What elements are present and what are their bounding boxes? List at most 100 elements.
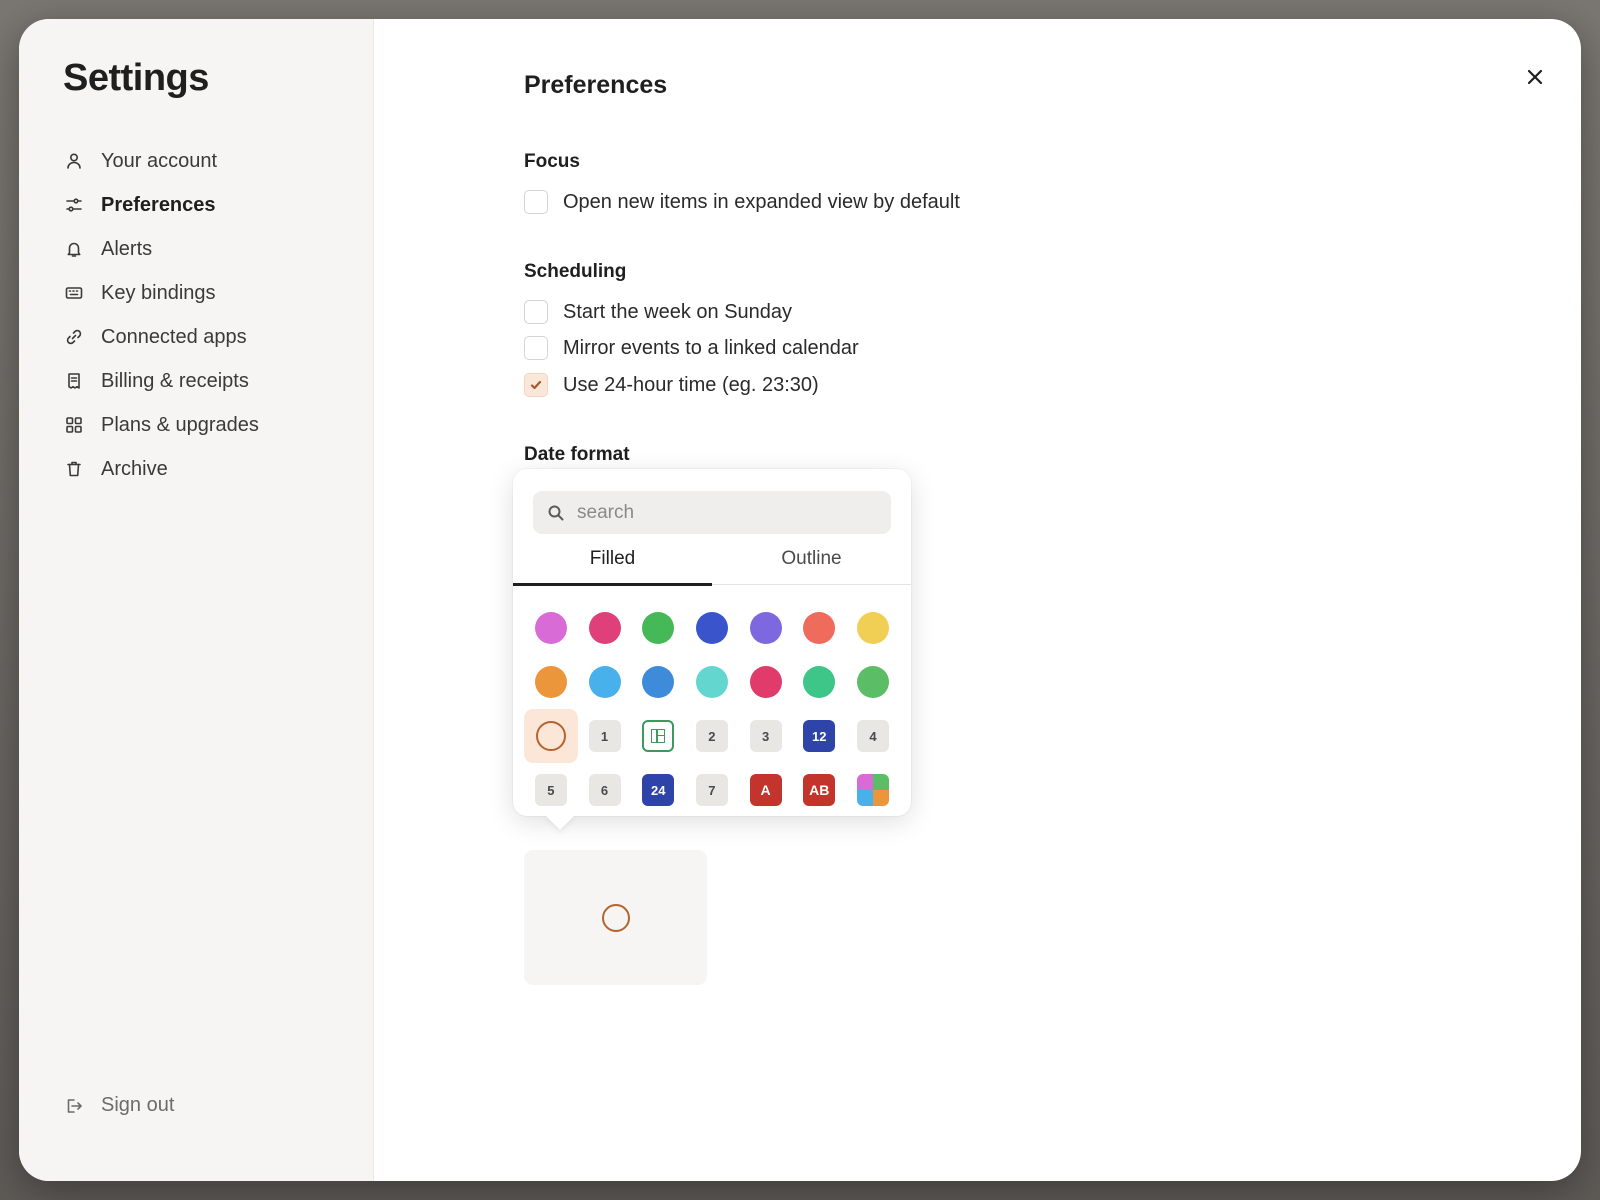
option-label: Start the week on Sunday — [563, 300, 793, 323]
option-label: Use 24-hour time (eg. 23:30) — [563, 373, 819, 396]
sidebar-item-key-bindings[interactable]: Key bindings — [63, 271, 353, 315]
color-dot — [695, 612, 728, 644]
color-option-emerald[interactable] — [792, 655, 846, 709]
picker-grid: 1 2 3 12 4 5 6 24 7 A AB — [524, 601, 900, 817]
color-dot — [534, 612, 567, 644]
sidebar-item-your-account[interactable]: Your account — [63, 139, 353, 183]
number-badge: 4 — [856, 720, 889, 752]
sign-out-label: Sign out — [101, 1094, 175, 1116]
color-dot — [588, 612, 621, 644]
sidebar-item-plans[interactable]: Plans & upgrades — [63, 403, 353, 447]
color-dot — [856, 612, 889, 644]
24-hour-time-checkbox[interactable] — [524, 373, 548, 397]
icon-picker-popover: Filled Outline — [513, 469, 911, 830]
sidebar-item-label: Your account — [101, 149, 218, 172]
checkmark-icon — [530, 380, 542, 390]
option-label: Mirror events to a linked calendar — [563, 336, 859, 359]
number-badge: 3 — [749, 720, 782, 752]
icon-option-7[interactable]: 7 — [685, 763, 739, 817]
sidebar-item-label: Key bindings — [101, 281, 216, 304]
sidebar-item-connected-apps[interactable]: Connected apps — [63, 315, 353, 359]
icon-option-2[interactable]: 2 — [685, 709, 739, 763]
mirror-events-checkbox[interactable] — [524, 336, 548, 360]
color-dot — [642, 612, 675, 644]
picker-search-input[interactable] — [577, 501, 877, 524]
sign-out-button[interactable]: Sign out — [63, 1094, 174, 1117]
number-badge: 2 — [695, 720, 728, 752]
sliders-icon — [63, 194, 85, 216]
color-option-blue[interactable] — [685, 601, 739, 655]
week-start-option[interactable]: Start the week on Sunday — [524, 300, 792, 324]
color-option-purple[interactable] — [739, 601, 793, 655]
date-format-preview[interactable] — [524, 850, 707, 985]
icon-option-a[interactable]: A — [739, 763, 793, 817]
sidebar-item-alerts[interactable]: Alerts — [63, 227, 353, 271]
icon-option-layout[interactable] — [631, 709, 685, 763]
color-option-leaf-green[interactable] — [846, 655, 900, 709]
week-start-checkbox[interactable] — [524, 300, 548, 324]
sign-out-icon — [63, 1095, 85, 1117]
color-dot — [856, 666, 889, 698]
color-option-pink[interactable] — [524, 601, 578, 655]
color-dot — [803, 612, 836, 644]
color-option-yellow[interactable] — [846, 601, 900, 655]
sidebar-nav: Your account Preferences Alerts Key bind… — [63, 139, 353, 491]
sidebar-item-label: Alerts — [101, 237, 153, 260]
color-dot — [642, 666, 675, 698]
number-badge: 24 — [642, 774, 675, 806]
color-option-orange[interactable] — [524, 655, 578, 709]
sidebar: Settings Your account Preferences Alerts — [19, 19, 374, 1181]
icon-option-6[interactable]: 6 — [578, 763, 632, 817]
sidebar-item-billing[interactable]: Billing & receipts — [63, 359, 353, 403]
color-option-teal[interactable] — [685, 655, 739, 709]
picker-tabs: Filled Outline — [513, 539, 911, 586]
popover-arrow — [545, 815, 575, 830]
expanded-view-option[interactable]: Open new items in expanded view by defau… — [524, 190, 960, 214]
number-badge: 1 — [588, 720, 621, 752]
icon-option-24[interactable]: 24 — [631, 763, 685, 817]
24-hour-time-option[interactable]: Use 24-hour time (eg. 23:30) — [524, 373, 819, 397]
icon-option-multicolor[interactable] — [846, 763, 900, 817]
close-icon — [1527, 69, 1543, 85]
focus-section-title: Focus — [524, 151, 580, 172]
color-option-sky-blue[interactable] — [578, 655, 632, 709]
tab-filled[interactable]: Filled — [513, 539, 712, 586]
icon-option-1[interactable]: 1 — [578, 709, 632, 763]
sidebar-item-preferences[interactable]: Preferences — [63, 183, 353, 227]
link-icon — [63, 326, 85, 348]
color-dot — [588, 666, 621, 698]
grid-icon — [63, 414, 85, 436]
date-format-section-title: Date format — [524, 444, 630, 465]
tab-outline[interactable]: Outline — [712, 539, 911, 584]
sidebar-item-label: Preferences — [101, 193, 216, 216]
icon-option-4[interactable]: 4 — [846, 709, 900, 763]
multicolor-icon — [856, 774, 889, 806]
letter-badge: AB — [803, 774, 836, 806]
icon-option-3[interactable]: 3 — [739, 709, 793, 763]
color-option-coral[interactable] — [792, 601, 846, 655]
close-button[interactable] — [1517, 59, 1553, 95]
color-option-rose[interactable] — [739, 655, 793, 709]
color-dot — [534, 666, 567, 698]
color-option-mid-blue[interactable] — [631, 655, 685, 709]
icon-option-12[interactable]: 12 — [792, 709, 846, 763]
icon-option-ab[interactable]: AB — [792, 763, 846, 817]
icon-option-ring-selected[interactable] — [524, 709, 578, 763]
receipt-icon — [63, 370, 85, 392]
picker-search-box[interactable] — [533, 491, 891, 534]
mirror-events-option[interactable]: Mirror events to a linked calendar — [524, 336, 859, 360]
icon-row-4: 5 6 24 7 A AB — [524, 763, 900, 817]
ring-icon — [535, 721, 566, 751]
settings-window: Settings Your account Preferences Alerts — [19, 19, 1581, 1181]
sidebar-item-label: Billing & receipts — [101, 369, 249, 392]
color-dot — [749, 666, 782, 698]
expanded-view-checkbox[interactable] — [524, 190, 548, 214]
sidebar-item-archive[interactable]: Archive — [63, 447, 353, 491]
color-dot — [803, 666, 836, 698]
color-option-green[interactable] — [631, 601, 685, 655]
page-title: Preferences — [524, 71, 668, 99]
search-icon — [548, 505, 564, 520]
icon-option-5[interactable]: 5 — [524, 763, 578, 817]
color-option-magenta[interactable] — [578, 601, 632, 655]
sidebar-title: Settings — [63, 57, 209, 99]
